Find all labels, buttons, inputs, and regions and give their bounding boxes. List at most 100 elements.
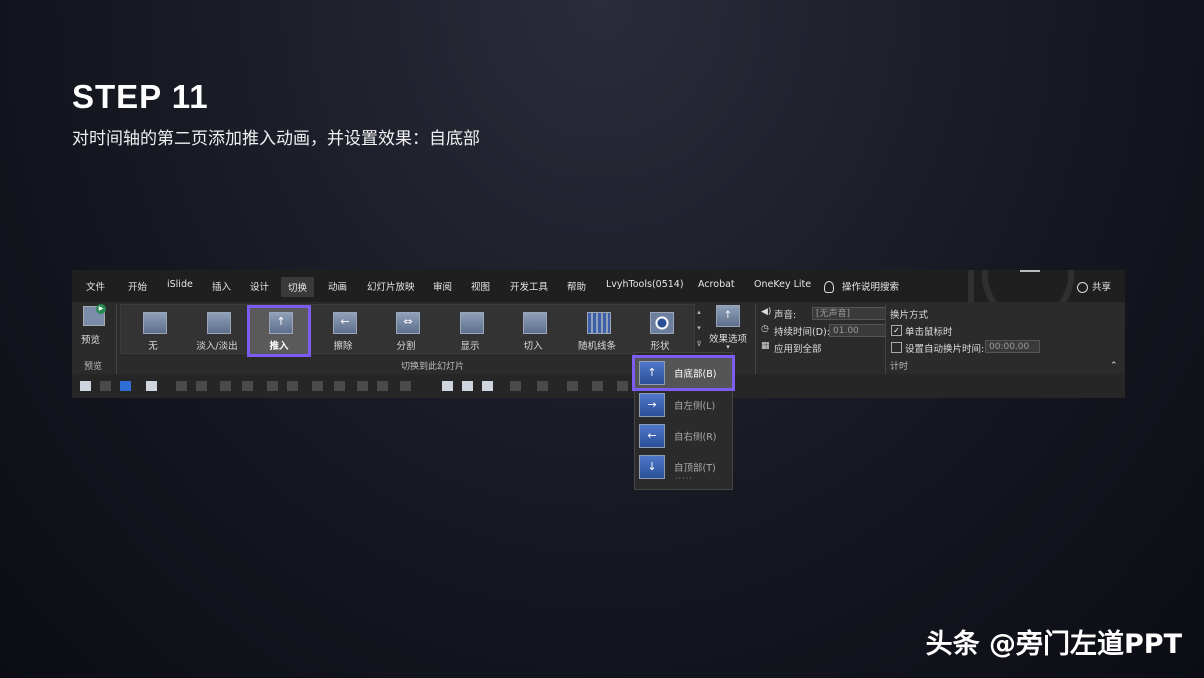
transition-reveal[interactable]: 显示 [441, 308, 499, 354]
menu-insert[interactable]: 插入 [212, 279, 231, 293]
toolbar-icon[interactable] [617, 381, 628, 391]
toolbar-icon[interactable] [537, 381, 548, 391]
duration-input[interactable]: 01.00 [829, 324, 886, 337]
separator [755, 304, 756, 374]
more-indicator: ····· [675, 474, 693, 483]
toolbar-icon[interactable] [100, 381, 111, 391]
toolbar-icon[interactable] [196, 381, 207, 391]
sound-icon: ◀) [761, 307, 772, 317]
wipe-icon: ← [333, 312, 357, 334]
after-time-input[interactable]: 00:00.00 [985, 340, 1040, 353]
toolbar-icon[interactable] [442, 381, 453, 391]
menu-slideshow[interactable]: 幻灯片放映 [367, 279, 415, 293]
toolbar-icon[interactable] [400, 381, 411, 391]
sound-select[interactable]: [无声音] [812, 307, 886, 320]
arrow-left-icon: ← [639, 424, 665, 448]
menu-review[interactable]: 审阅 [433, 279, 452, 293]
toolbar-icon[interactable] [146, 381, 157, 391]
user-icon [1077, 282, 1088, 293]
share-button[interactable]: 共享 [1092, 279, 1111, 293]
menu-animations[interactable]: 动画 [328, 279, 347, 293]
transition-split[interactable]: ⇔ 分割 [377, 308, 435, 354]
toolbar-icon[interactable] [312, 381, 323, 391]
search-box[interactable]: 操作说明搜索 [842, 279, 899, 293]
toolbar-icon[interactable] [334, 381, 345, 391]
none-icon [143, 312, 167, 334]
transition-label: 淡入/淡出 [196, 341, 238, 352]
clock-icon: ◷ [761, 324, 769, 334]
reveal-icon [460, 312, 484, 334]
menu-onekey[interactable]: OneKey Lite [754, 279, 811, 290]
menu-developer[interactable]: 开发工具 [510, 279, 548, 293]
menu-lvyhtools[interactable]: LvyhTools(0514) [606, 279, 684, 290]
menu-file[interactable]: 文件 [86, 279, 105, 293]
cut-icon [523, 312, 547, 334]
menu-view[interactable]: 视图 [471, 279, 490, 293]
toolbar-icon[interactable] [357, 381, 368, 391]
transition-wipe[interactable]: ← 擦除 [314, 308, 372, 354]
chevron-down-icon: ▾ [726, 343, 730, 351]
separator [885, 304, 886, 374]
transition-shape[interactable]: 形状 [631, 308, 689, 354]
toolbar-icon[interactable] [176, 381, 187, 391]
menu-home[interactable]: 开始 [128, 279, 147, 293]
effect-options-dropdown: ↑ 自底部(B) → 自左侧(L) ← 自右侧(R) ↓ 自顶部(T) ····… [632, 352, 735, 490]
on-click-checkbox[interactable]: ✓ [891, 325, 902, 336]
toolbar-icon[interactable] [567, 381, 578, 391]
menu-design[interactable]: 设计 [250, 279, 269, 293]
toolbar-icon[interactable] [120, 381, 131, 391]
fade-icon [207, 312, 231, 334]
transition-none[interactable]: 无 [124, 308, 182, 354]
after-time-checkbox[interactable] [891, 342, 902, 353]
toolbar-icon[interactable] [482, 381, 493, 391]
toolbar-icon[interactable] [592, 381, 603, 391]
effect-from-bottom[interactable]: ↑ 自底部(B) [632, 355, 735, 391]
step-subtitle: 对时间轴的第二页添加推入动画，并设置效果：自底部 [72, 129, 480, 149]
transition-fade[interactable]: 淡入/淡出 [188, 308, 246, 354]
menu-acrobat[interactable]: Acrobat [698, 279, 735, 290]
transition-label: 推入 [269, 341, 289, 352]
on-click-label: 单击鼠标时 [905, 327, 953, 338]
collapse-ribbon-icon[interactable]: ⌃ [1110, 361, 1118, 371]
toolbar-icon[interactable] [242, 381, 253, 391]
after-time-label: 设置自动换片时间: [905, 344, 985, 355]
gallery-scroll[interactable]: ▴ ▾ ⊽ [695, 304, 703, 352]
toolbar-icon[interactable] [510, 381, 521, 391]
apply-all-button[interactable]: 应用到全部 [774, 341, 822, 355]
toolbar-icon[interactable] [377, 381, 388, 391]
play-icon: ▶ [96, 304, 106, 314]
menu-transitions[interactable]: 切换 [281, 277, 315, 297]
split-icon: ⇔ [396, 312, 420, 334]
preview-label: 预览 [81, 335, 101, 346]
transition-random-bars[interactable]: 随机线条 [568, 308, 626, 354]
random-bars-icon [587, 312, 611, 334]
toolbar-icon[interactable] [287, 381, 298, 391]
preview-button[interactable]: ▶ 预览 [81, 304, 107, 346]
menu-islide[interactable]: iSlide [167, 279, 193, 290]
toolbar-icon[interactable] [267, 381, 278, 391]
transition-label: 随机线条 [577, 341, 616, 352]
arrow-right-icon: → [639, 393, 665, 417]
menu-help[interactable]: 帮助 [567, 279, 586, 293]
transition-label: 显示 [460, 341, 480, 352]
effect-from-right[interactable]: ← 自右侧(R) [635, 421, 732, 451]
transition-gallery: 无 淡入/淡出 ↑ 推入 ← 擦除 ⇔ 分割 显示 切入 随机线条 形状 [120, 304, 695, 357]
effect-label: 自右侧(R) [674, 432, 717, 443]
lightbulb-icon [824, 281, 834, 293]
transition-label: 形状 [650, 341, 670, 352]
toolbar-icon[interactable] [462, 381, 473, 391]
effect-from-left[interactable]: → 自左侧(L) [635, 390, 732, 420]
transition-label: 擦除 [333, 341, 353, 352]
sound-label: 声音: [774, 310, 797, 321]
effect-label: 自左侧(L) [674, 401, 716, 412]
duration-label: 持续时间(D): [774, 327, 830, 338]
effect-label: 自底部(B) [674, 369, 717, 380]
transition-cut[interactable]: 切入 [504, 308, 562, 354]
transition-label: 切入 [523, 341, 543, 352]
step-title: STEP 11 [72, 78, 209, 115]
effect-options-button[interactable]: ↑ 效果选项 ▾ [704, 305, 752, 355]
toolbar-icon[interactable] [80, 381, 91, 391]
effect-label: 自顶部(T) [674, 463, 716, 474]
toolbar-icon[interactable] [220, 381, 231, 391]
transition-push[interactable]: ↑ 推入 [247, 305, 311, 357]
